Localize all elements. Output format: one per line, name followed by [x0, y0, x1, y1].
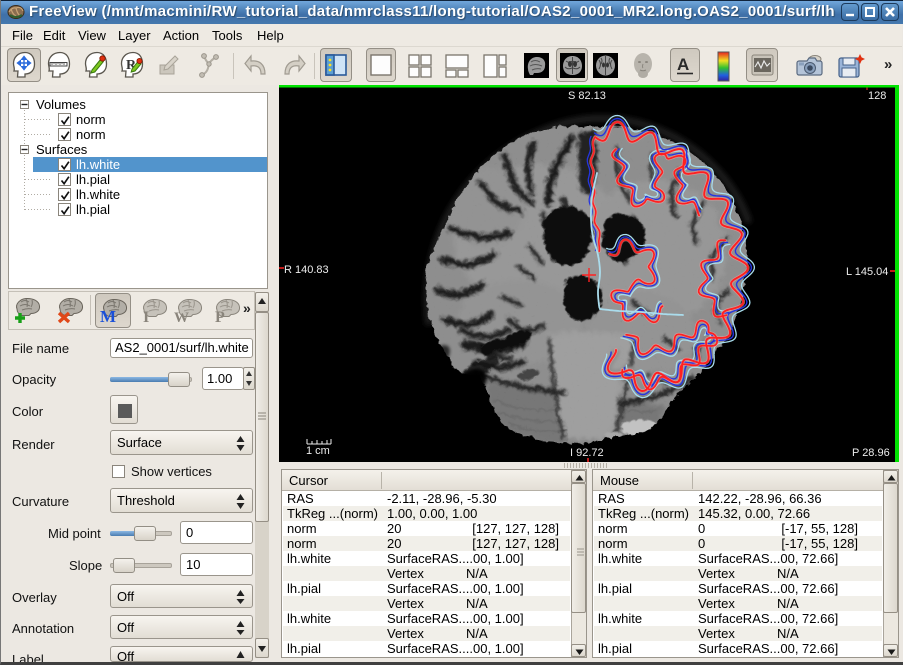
svg-text:P: P: [215, 309, 225, 324]
svg-text:S 82.13: S 82.13: [568, 90, 606, 102]
svg-text:I: I: [143, 309, 149, 324]
svg-text:128: 128: [868, 90, 886, 102]
svg-text:L 145.04: L 145.04: [846, 266, 888, 278]
svg-text:M: M: [100, 307, 116, 324]
svg-text:R 140.83: R 140.83: [284, 264, 329, 276]
svg-text:W: W: [174, 310, 189, 324]
svg-text:A: A: [677, 55, 689, 74]
svg-text:1 cm: 1 cm: [306, 445, 330, 457]
svg-text:P 28.96: P 28.96: [852, 447, 890, 459]
svg-text:I 92.72: I 92.72: [570, 447, 604, 459]
